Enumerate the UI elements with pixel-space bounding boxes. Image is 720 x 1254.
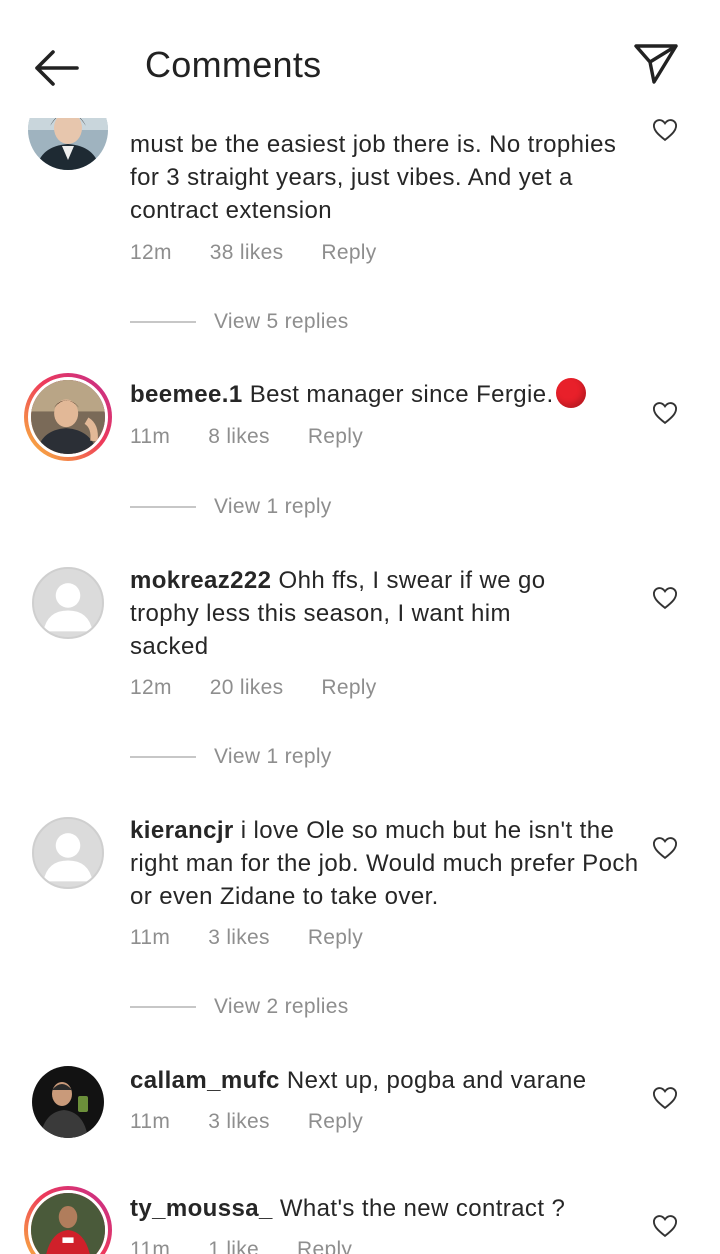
comment-text: mokreaz222 Ohh ffs, I swear if we go tro…	[130, 564, 590, 663]
comment-username[interactable]: beemee.1	[130, 381, 243, 408]
comments-list[interactable]: must be the easiest job there is. No tro…	[0, 0, 720, 1254]
comment-time: 11m	[130, 1110, 171, 1133]
comment-username[interactable]: mokreaz222	[130, 567, 271, 594]
reply-button[interactable]: Reply	[321, 676, 376, 700]
red-circle-emoji-icon	[555, 378, 586, 408]
view-replies-button[interactable]: View 2 replies	[130, 995, 349, 1019]
avatar-photo-icon	[31, 380, 105, 454]
comment-body: Best manager since Fergie.	[249, 381, 554, 408]
avatar-story-ring[interactable]	[24, 373, 112, 461]
heart-icon[interactable]	[651, 116, 679, 144]
view-replies-label: View 5 replies	[214, 310, 349, 333]
avatar-default[interactable]	[32, 567, 104, 639]
divider-line	[130, 756, 196, 758]
comment-text: beemee.1 Best manager since Fergie.	[130, 378, 640, 411]
back-button[interactable]	[28, 40, 84, 96]
default-user-icon	[43, 833, 93, 882]
comment-meta: 11m 1 like Reply	[130, 1238, 352, 1254]
view-replies-label: View 1 reply	[214, 745, 332, 768]
view-replies-button[interactable]: View 5 replies	[130, 310, 349, 334]
comment-text: ty_moussa_ What's the new contract ?	[130, 1192, 630, 1225]
view-replies-button[interactable]: View 1 reply	[130, 745, 332, 769]
heart-icon[interactable]	[651, 1084, 679, 1112]
view-replies-button[interactable]: View 1 reply	[130, 495, 332, 519]
comment-text: callam_mufc Next up, pogba and varane	[130, 1064, 630, 1097]
comment-time: 11m	[130, 425, 171, 448]
comment-likes[interactable]: 20 likes	[210, 676, 284, 700]
comment-time: 12m	[130, 676, 172, 699]
avatar-photo-icon	[31, 1193, 105, 1254]
comment-username[interactable]: callam_mufc	[130, 1067, 280, 1094]
comment-likes[interactable]: 8 likes	[208, 425, 270, 449]
reply-button[interactable]: Reply	[308, 926, 363, 950]
comment-meta: 12m 38 likes Reply	[130, 241, 377, 265]
header-bar: Comments	[0, 0, 720, 118]
share-button[interactable]	[628, 36, 684, 92]
comment-meta: 11m 3 likes Reply	[130, 926, 363, 950]
comment-meta: 11m 3 likes Reply	[130, 1110, 363, 1134]
comment-username[interactable]: ty_moussa_	[130, 1195, 273, 1222]
comment-body: must be the easiest job there is. No tro…	[130, 131, 617, 224]
heart-icon[interactable]	[651, 399, 679, 427]
heart-icon[interactable]	[651, 584, 679, 612]
comment-body: What's the new contract ?	[279, 1195, 566, 1222]
view-replies-label: View 1 reply	[214, 495, 332, 518]
avatar-photo-icon	[32, 1066, 104, 1138]
comment-likes[interactable]: 3 likes	[208, 1110, 270, 1134]
page-title: Comments	[145, 44, 322, 85]
view-replies-label: View 2 replies	[214, 995, 349, 1018]
reply-button[interactable]: Reply	[308, 425, 363, 449]
comment-text: must be the easiest job there is. No tro…	[130, 128, 630, 227]
arrow-left-icon	[35, 50, 79, 86]
heart-icon[interactable]	[651, 1212, 679, 1240]
reply-button[interactable]: Reply	[308, 1110, 363, 1134]
divider-line	[130, 1006, 196, 1008]
reply-button[interactable]: Reply	[321, 241, 376, 265]
comment-username[interactable]: kierancjr	[130, 817, 234, 844]
comment-likes[interactable]: 38 likes	[210, 241, 284, 265]
divider-line	[130, 321, 196, 323]
comment-likes[interactable]: 1 like	[208, 1238, 259, 1254]
comment-time: 11m	[130, 1238, 171, 1254]
comment-meta: 11m 8 likes Reply	[130, 425, 363, 449]
avatar[interactable]	[32, 1066, 104, 1138]
comment-time: 12m	[130, 241, 172, 264]
heart-icon[interactable]	[651, 834, 679, 862]
avatar-story-ring[interactable]	[24, 1186, 112, 1254]
comment-likes[interactable]: 3 likes	[208, 926, 270, 950]
paper-plane-icon	[634, 44, 678, 84]
comment-text: kierancjr i love Ole so much but he isn'…	[130, 814, 640, 913]
divider-line	[130, 506, 196, 508]
comment-time: 11m	[130, 926, 171, 949]
default-user-icon	[43, 583, 93, 632]
reply-button[interactable]: Reply	[297, 1238, 352, 1254]
comment-meta: 12m 20 likes Reply	[130, 676, 377, 700]
avatar-default[interactable]	[32, 817, 104, 889]
comment-body: Next up, pogba and varane	[286, 1067, 587, 1094]
